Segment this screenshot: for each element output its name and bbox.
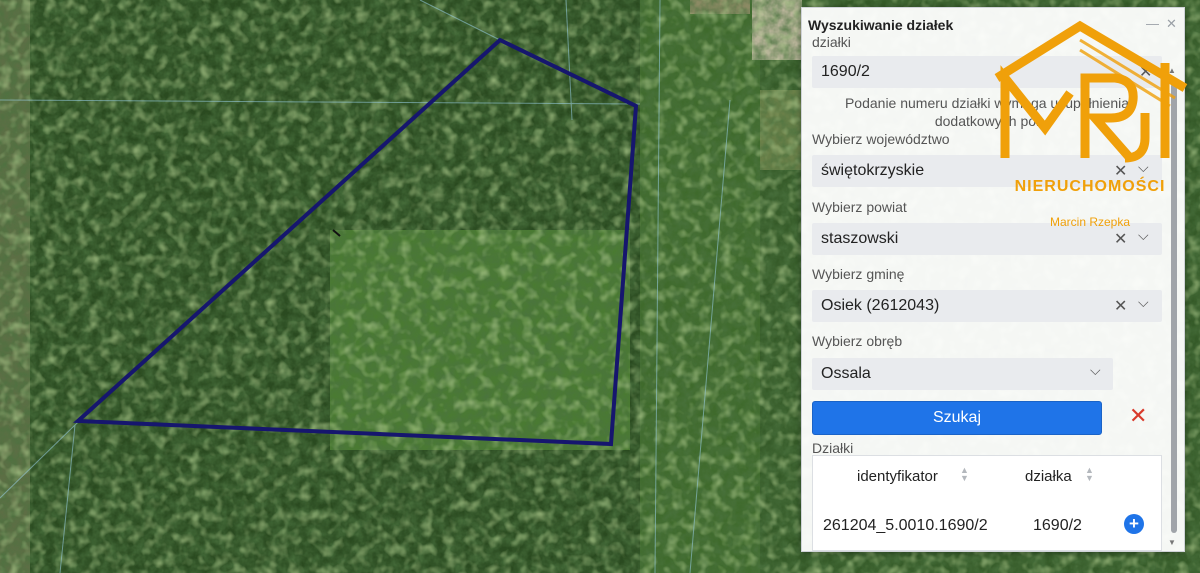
- close-panel-icon[interactable]: ✕: [1166, 17, 1177, 31]
- chevron-down-icon[interactable]: ⌵: [1138, 294, 1149, 311]
- precinct-label: Wybierz obręb: [812, 333, 903, 349]
- scroll-up-icon[interactable]: ▲: [1168, 66, 1176, 75]
- parcel-hint: Podanie numeru działki wymaga uzupełnien…: [844, 95, 1130, 129]
- close-icon[interactable]: ✕: [1114, 229, 1127, 249]
- chevron-down-icon[interactable]: ⌵: [1138, 227, 1149, 244]
- results-label: Działki: [812, 440, 854, 456]
- chevron-down-icon[interactable]: ⌵: [1138, 159, 1149, 176]
- parcel-search-panel: Wyszukiwanie działek — ✕ działki 1690/2 …: [801, 7, 1185, 552]
- precinct-value: Ossala: [821, 365, 871, 382]
- plus-circle-icon[interactable]: +: [1124, 514, 1144, 534]
- column-header-parcel[interactable]: działka: [1025, 468, 1072, 485]
- commune-select[interactable]: Osiek (2612043) ✕ ⌵: [812, 290, 1162, 322]
- commune-label: Wybierz gminę: [812, 266, 905, 282]
- reset-search-icon[interactable]: ✕: [1129, 404, 1147, 428]
- close-icon[interactable]: ✕: [1114, 161, 1127, 181]
- row-identifier: 261204_5.0010.1690/2: [823, 517, 988, 534]
- search-button[interactable]: Szukaj: [812, 401, 1102, 435]
- scroll-down-icon[interactable]: ▼: [1168, 538, 1176, 547]
- scrollbar-thumb[interactable]: [1171, 83, 1177, 533]
- voivodeship-select[interactable]: świętokrzyskie ✕ ⌵: [812, 155, 1162, 187]
- chevron-down-icon[interactable]: ⌵: [1090, 362, 1101, 379]
- voivodeship-value: świętokrzyskie: [821, 162, 925, 179]
- column-header-identifier[interactable]: identyfikator: [857, 468, 938, 485]
- county-value: staszowski: [821, 230, 899, 247]
- panel-title: Wyszukiwanie działek: [808, 17, 954, 33]
- row-parcel: 1690/2: [1033, 517, 1082, 534]
- parcel-label: działki: [812, 34, 851, 50]
- county-label: Wybierz powiat: [812, 199, 907, 215]
- close-icon[interactable]: ✕: [1139, 62, 1152, 82]
- commune-value: Osiek (2612043): [821, 297, 940, 314]
- precinct-select[interactable]: Ossala ⌵: [812, 358, 1113, 390]
- minimize-icon[interactable]: —: [1146, 17, 1159, 31]
- results-table: identyfikator ▲ ▼ działka ▲ ▼ 261204_5.001…: [812, 455, 1162, 551]
- voivodeship-label: Wybierz województwo: [812, 131, 950, 147]
- sort-icon[interactable]: ▲ ▼: [1085, 466, 1094, 483]
- county-select[interactable]: staszowski ✕ ⌵: [812, 223, 1162, 255]
- close-icon[interactable]: ✕: [1114, 296, 1127, 316]
- parcel-number-input[interactable]: 1690/2 ✕: [812, 56, 1162, 88]
- sort-icon[interactable]: ▲ ▼: [960, 466, 969, 483]
- parcel-number-value: 1690/2: [821, 63, 870, 80]
